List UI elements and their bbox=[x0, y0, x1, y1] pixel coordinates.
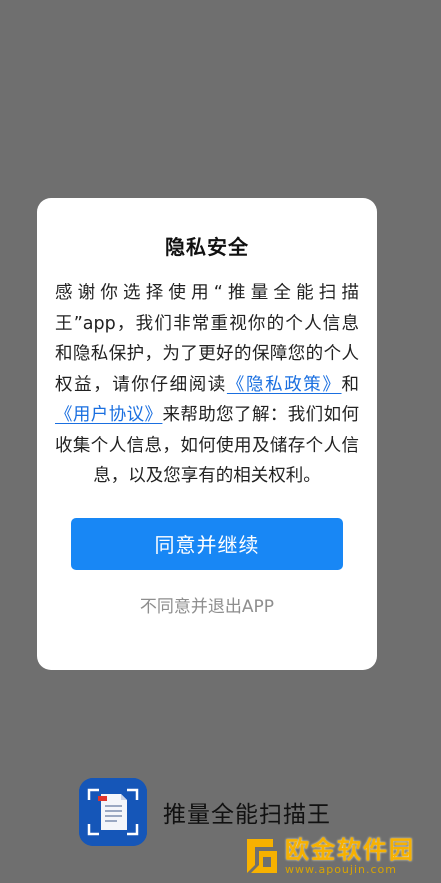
agree-button[interactable]: 同意并继续 bbox=[71, 517, 343, 570]
watermark-url: www.apoujin.com bbox=[285, 863, 397, 876]
privacy-dialog: 隐私安全 感谢你选择使用“推量全能扫描王”app，我们非常重视你的个人信息和隐私… bbox=[37, 198, 377, 670]
and-text: 和 bbox=[341, 374, 360, 395]
watermark-text: 欧金软件园 www.apoujin.com bbox=[285, 836, 415, 876]
user-agreement-link[interactable]: 《用户协议》 bbox=[55, 405, 162, 425]
privacy-policy-link[interactable]: 《隐私政策》 bbox=[227, 375, 342, 395]
decline-exit-link[interactable]: 不同意并退出APP bbox=[55, 592, 359, 617]
dialog-title: 隐私安全 bbox=[165, 235, 249, 259]
dialog-body: 感谢你选择使用“推量全能扫描王”app，我们非常重视你的个人信息和隐私保护，为了… bbox=[55, 278, 359, 492]
app-name: 推量全能扫描王 bbox=[163, 802, 331, 828]
watermark-logo-icon bbox=[243, 835, 281, 877]
watermark: 欧金软件园 www.apoujin.com bbox=[243, 833, 433, 879]
watermark-main-text: 欧金软件园 bbox=[285, 836, 415, 864]
document-scan-icon bbox=[79, 778, 147, 846]
